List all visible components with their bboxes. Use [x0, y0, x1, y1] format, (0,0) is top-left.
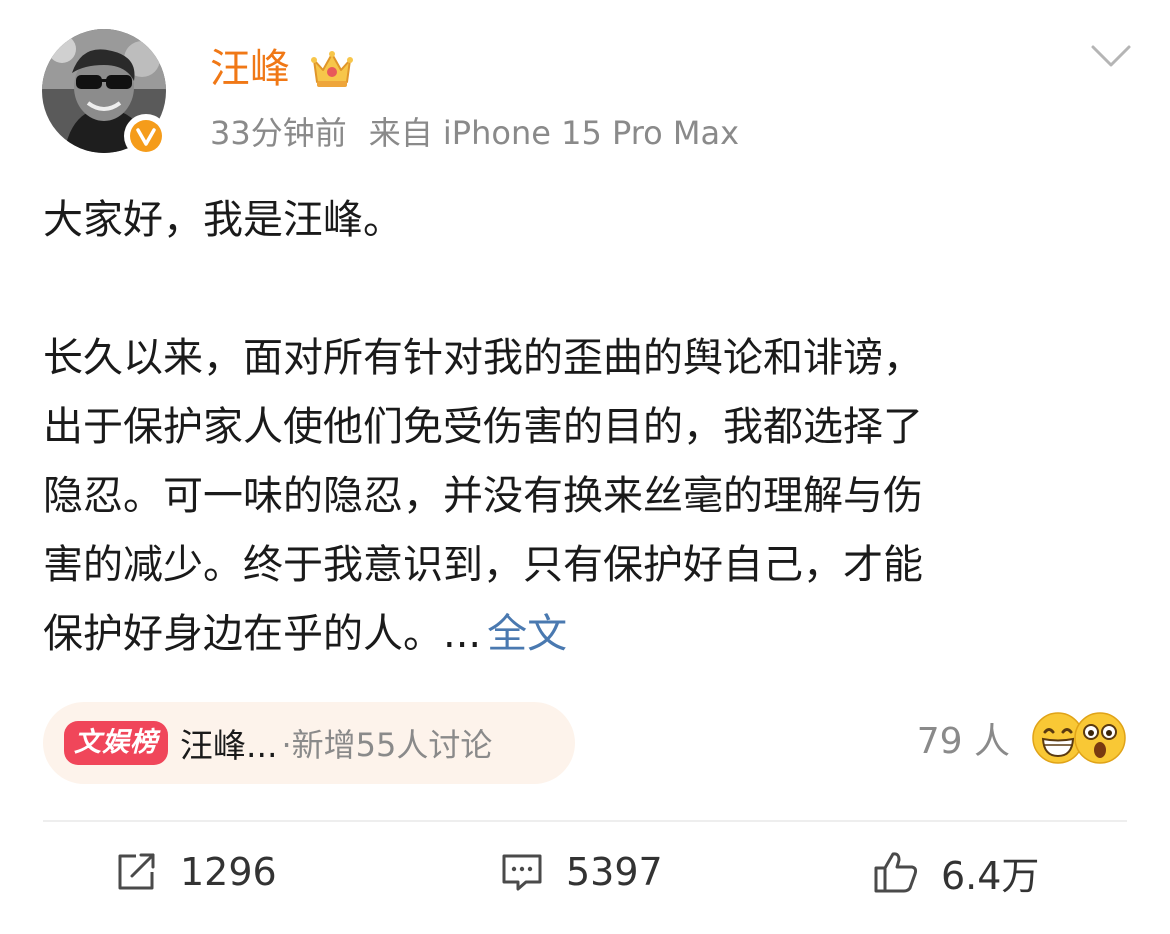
post-meta: 33分钟前 来自 iPhone 15 Pro Max — [210, 108, 739, 158]
verified-badge-icon — [124, 114, 168, 158]
topic-extra: ·新增55人讨论 — [281, 726, 493, 764]
post-body: 大家好，我是汪峰。 长久以来，面对所有针对我的歪曲的舆论和诽谤， 出于保护家人使… — [43, 186, 1138, 669]
post-time: 33分钟前 — [210, 114, 347, 152]
shocked-emoji-icon — [1074, 712, 1126, 764]
username[interactable]: 汪峰 — [210, 42, 290, 96]
repost-icon — [118, 853, 155, 890]
reactions[interactable]: 79 人 — [917, 712, 1126, 764]
repost-button[interactable]: 1296 — [116, 842, 277, 902]
chevron-down-icon[interactable] — [1090, 42, 1132, 74]
topic-tag: 文娱榜 — [64, 721, 168, 765]
comment-count: 5397 — [566, 850, 663, 894]
post-line: 害的减少。终于我意识到，只有保护好自己，才能 — [43, 542, 923, 588]
like-count: 6.4万 — [941, 853, 1040, 898]
topic-title: 汪峰... — [180, 726, 278, 765]
comment-button[interactable]: 5397 — [500, 842, 663, 902]
divider — [43, 820, 1127, 822]
post-line: 隐忍。可一味的隐忍，并没有换来丝毫的理解与伤 — [43, 473, 923, 519]
post-greeting: 大家好，我是汪峰。 — [43, 197, 403, 243]
topic-chip[interactable]: 文娱榜 汪峰... ·新增55人讨论 — [43, 702, 575, 784]
crown-icon[interactable] — [310, 48, 354, 94]
post-line: 出于保护家人使他们免受伤害的目的，我都选择了 — [43, 404, 923, 450]
reaction-count: 79 人 — [916, 721, 1010, 762]
thumbs-up-icon — [874, 852, 918, 893]
post-line: 长久以来，面对所有针对我的歪曲的舆论和诽谤， — [43, 335, 923, 381]
full-text-link[interactable]: 全文 — [487, 611, 567, 657]
comment-icon — [502, 854, 542, 891]
post-line-last: 保护好身边在乎的人。... 全文 — [43, 600, 1138, 669]
like-button[interactable]: 6.4万 — [873, 842, 1039, 902]
post-line: 保护好身边在乎的人。... — [43, 611, 482, 657]
repost-count: 1296 — [180, 850, 277, 894]
post-source: 来自 iPhone 15 Pro Max — [368, 114, 740, 152]
